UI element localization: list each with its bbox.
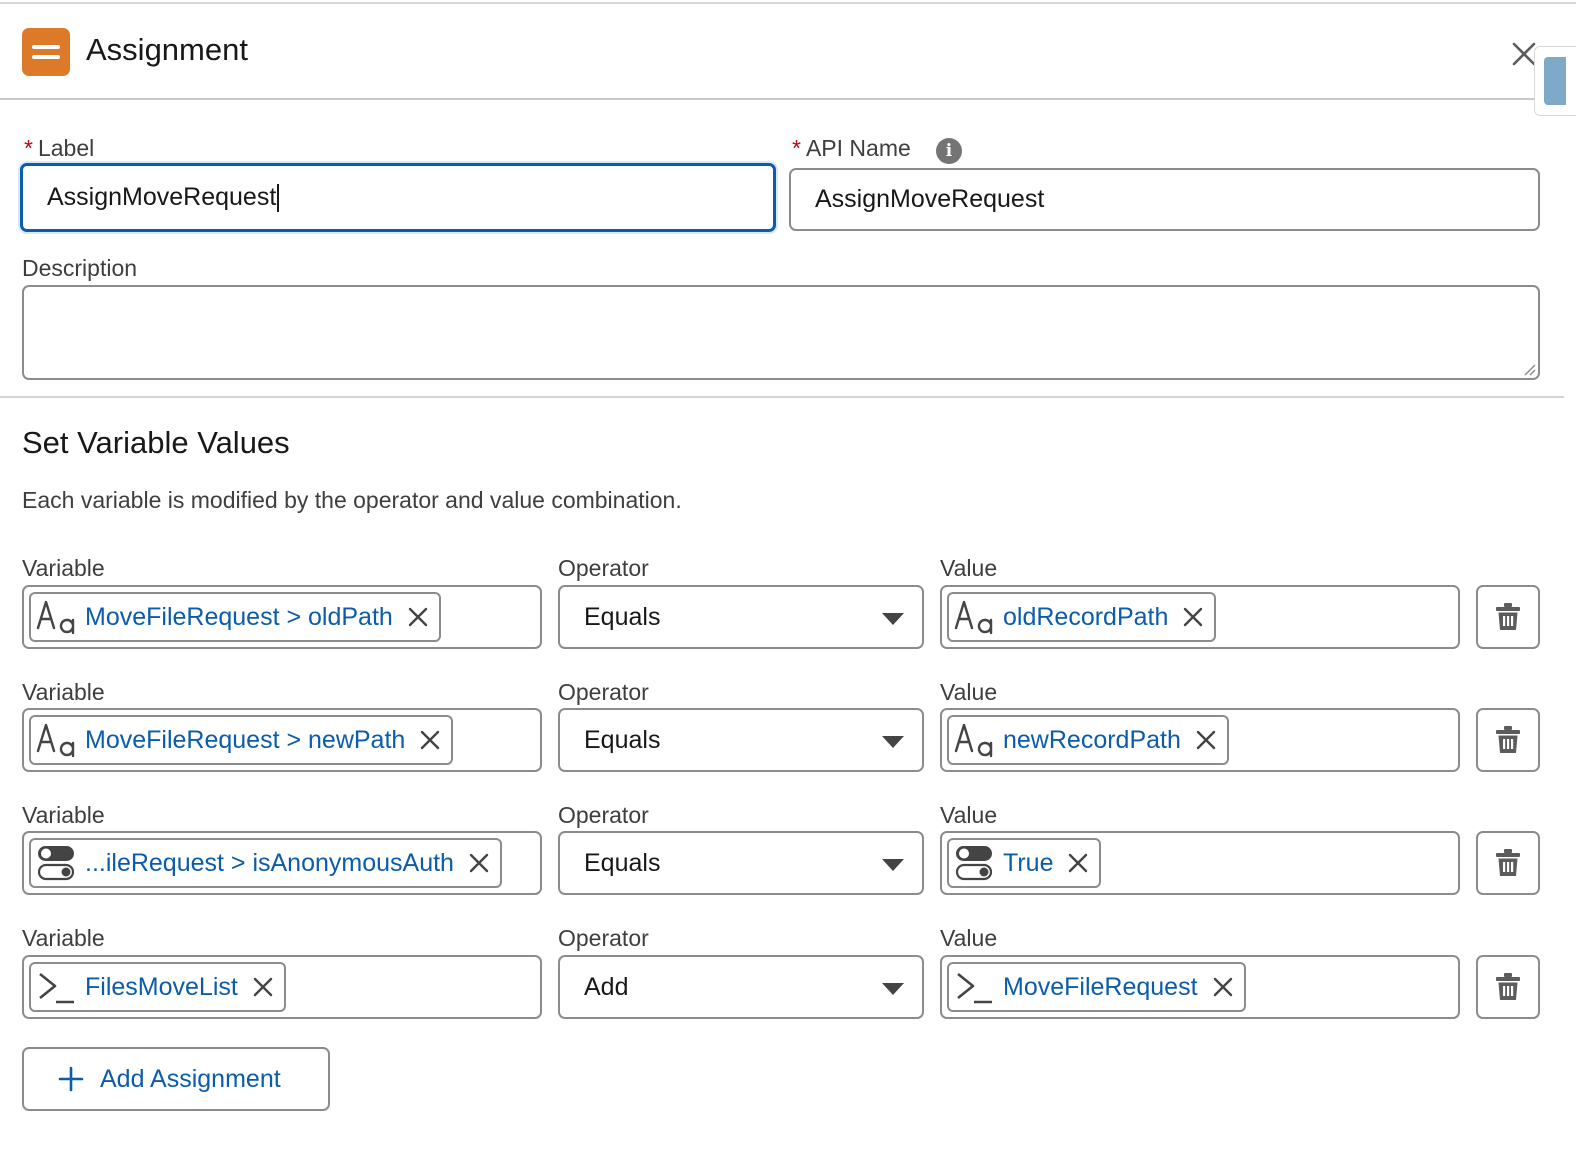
- operator-value: Equals: [584, 848, 661, 877]
- variable-label: Variable: [22, 679, 105, 705]
- operator-label: Operator: [558, 555, 649, 581]
- remove-pill-icon[interactable]: [252, 976, 274, 998]
- variable-combobox[interactable]: FilesMoveList: [22, 955, 542, 1019]
- text-icon: [953, 719, 995, 761]
- variable-pill-label: FilesMoveList: [85, 972, 238, 1001]
- variable-pill[interactable]: MoveFileRequest > newPath: [29, 715, 454, 765]
- value-pill[interactable]: True: [947, 838, 1102, 888]
- variable-pill[interactable]: MoveFileRequest > oldPath: [29, 592, 441, 642]
- toggle-icon: [953, 842, 995, 884]
- panel-header: Assignment: [0, 4, 1564, 100]
- value-label: Value: [940, 555, 998, 581]
- variable-pill[interactable]: ...ileRequest > isAnonymousAuth: [29, 838, 502, 888]
- chevron-down-icon: [882, 736, 904, 748]
- operator-value: Equals: [584, 725, 661, 754]
- variable-label: Variable: [22, 925, 105, 951]
- api-name-input-value: AssignMoveRequest: [815, 185, 1045, 213]
- remove-pill-icon[interactable]: [468, 852, 490, 874]
- remove-pill-icon[interactable]: [419, 729, 441, 751]
- api-name-field-label: * API Name: [792, 135, 911, 162]
- variable-combobox[interactable]: MoveFileRequest > oldPath: [22, 585, 542, 649]
- variable-pill-label: ...ileRequest > isAnonymousAuth: [85, 848, 454, 877]
- resize-handle-icon[interactable]: [1522, 362, 1536, 376]
- operator-value: Add: [584, 972, 629, 1001]
- assignment-icon: [22, 28, 70, 76]
- delete-row-button[interactable]: [1476, 831, 1540, 895]
- add-assignment-button[interactable]: Add Assignment: [22, 1047, 330, 1111]
- chevron-down-icon: [882, 613, 904, 625]
- value-pill-label: newRecordPath: [1003, 725, 1181, 754]
- value-pill-label: True: [1003, 848, 1054, 877]
- operator-select[interactable]: Equals: [558, 585, 924, 649]
- section-title: Set Variable Values: [22, 425, 290, 460]
- chevron-down-icon: [882, 983, 904, 995]
- trash-icon: [1495, 849, 1521, 877]
- value-combobox[interactable]: oldRecordPath: [940, 585, 1460, 649]
- section-description: Each variable is modified by the operato…: [22, 487, 682, 513]
- value-pill-label: oldRecordPath: [1003, 602, 1169, 631]
- variable-pill[interactable]: FilesMoveList: [29, 962, 286, 1012]
- value-combobox[interactable]: True: [940, 831, 1460, 895]
- label-text: Label: [37, 135, 95, 161]
- toggle-icon: [35, 842, 77, 884]
- panel-title: Assignment: [86, 32, 248, 67]
- variable-label: Variable: [22, 555, 105, 581]
- label-input-value: AssignMoveRequest: [47, 183, 277, 211]
- operator-label: Operator: [558, 925, 649, 951]
- trash-icon: [1495, 726, 1521, 754]
- text-icon: [35, 596, 77, 638]
- operator-value: Equals: [584, 602, 661, 631]
- variable-pill-label: MoveFileRequest > oldPath: [85, 602, 393, 631]
- delete-row-button[interactable]: [1476, 955, 1540, 1019]
- side-panel-toggle[interactable]: [1534, 46, 1576, 116]
- operator-select[interactable]: Equals: [558, 831, 924, 895]
- variable-pill-label: MoveFileRequest > newPath: [85, 725, 406, 754]
- value-label: Value: [940, 679, 998, 705]
- value-pill[interactable]: oldRecordPath: [947, 592, 1217, 642]
- value-combobox[interactable]: MoveFileRequest: [940, 955, 1460, 1019]
- remove-pill-icon[interactable]: [1067, 852, 1089, 874]
- value-pill[interactable]: MoveFileRequest: [947, 962, 1246, 1012]
- trash-icon: [1495, 973, 1521, 1001]
- variable-combobox[interactable]: MoveFileRequest > newPath: [22, 708, 542, 772]
- text-icon: [35, 719, 77, 761]
- operator-label: Operator: [558, 802, 649, 828]
- label-input[interactable]: AssignMoveRequest: [20, 163, 776, 232]
- operator-select[interactable]: Add: [558, 955, 924, 1019]
- operator-select[interactable]: Equals: [558, 708, 924, 772]
- text-caret: [277, 183, 280, 212]
- chevron-down-icon: [882, 859, 904, 871]
- operator-label: Operator: [558, 679, 649, 705]
- apex-icon: [35, 966, 77, 1008]
- variable-label: Variable: [22, 802, 105, 828]
- trash-icon: [1495, 603, 1521, 631]
- description-textarea[interactable]: [22, 285, 1540, 380]
- label-field-label: * Label: [24, 135, 94, 162]
- remove-pill-icon[interactable]: [1182, 606, 1204, 628]
- add-assignment-label: Add Assignment: [100, 1064, 281, 1093]
- delete-row-button[interactable]: [1476, 708, 1540, 772]
- api-name-text: API Name: [805, 135, 911, 161]
- api-name-input[interactable]: AssignMoveRequest: [789, 168, 1540, 231]
- apex-icon: [953, 966, 995, 1008]
- remove-pill-icon[interactable]: [1195, 729, 1217, 751]
- remove-pill-icon[interactable]: [1212, 976, 1234, 998]
- remove-pill-icon[interactable]: [407, 606, 429, 628]
- text-icon: [953, 596, 995, 638]
- value-label: Value: [940, 802, 998, 828]
- plus-icon: [58, 1066, 84, 1092]
- required-mark: *: [792, 135, 801, 161]
- variable-combobox[interactable]: ...ileRequest > isAnonymousAuth: [22, 831, 542, 895]
- info-icon[interactable]: i: [936, 138, 962, 164]
- section-divider: [0, 396, 1564, 398]
- description-label: Description: [22, 255, 138, 281]
- delete-row-button[interactable]: [1476, 585, 1540, 649]
- value-label: Value: [940, 925, 998, 951]
- required-mark: *: [24, 135, 33, 161]
- value-pill-label: MoveFileRequest: [1003, 972, 1198, 1001]
- value-pill[interactable]: newRecordPath: [947, 715, 1229, 765]
- value-combobox[interactable]: newRecordPath: [940, 708, 1460, 772]
- chevron-left-icon: [1544, 57, 1566, 105]
